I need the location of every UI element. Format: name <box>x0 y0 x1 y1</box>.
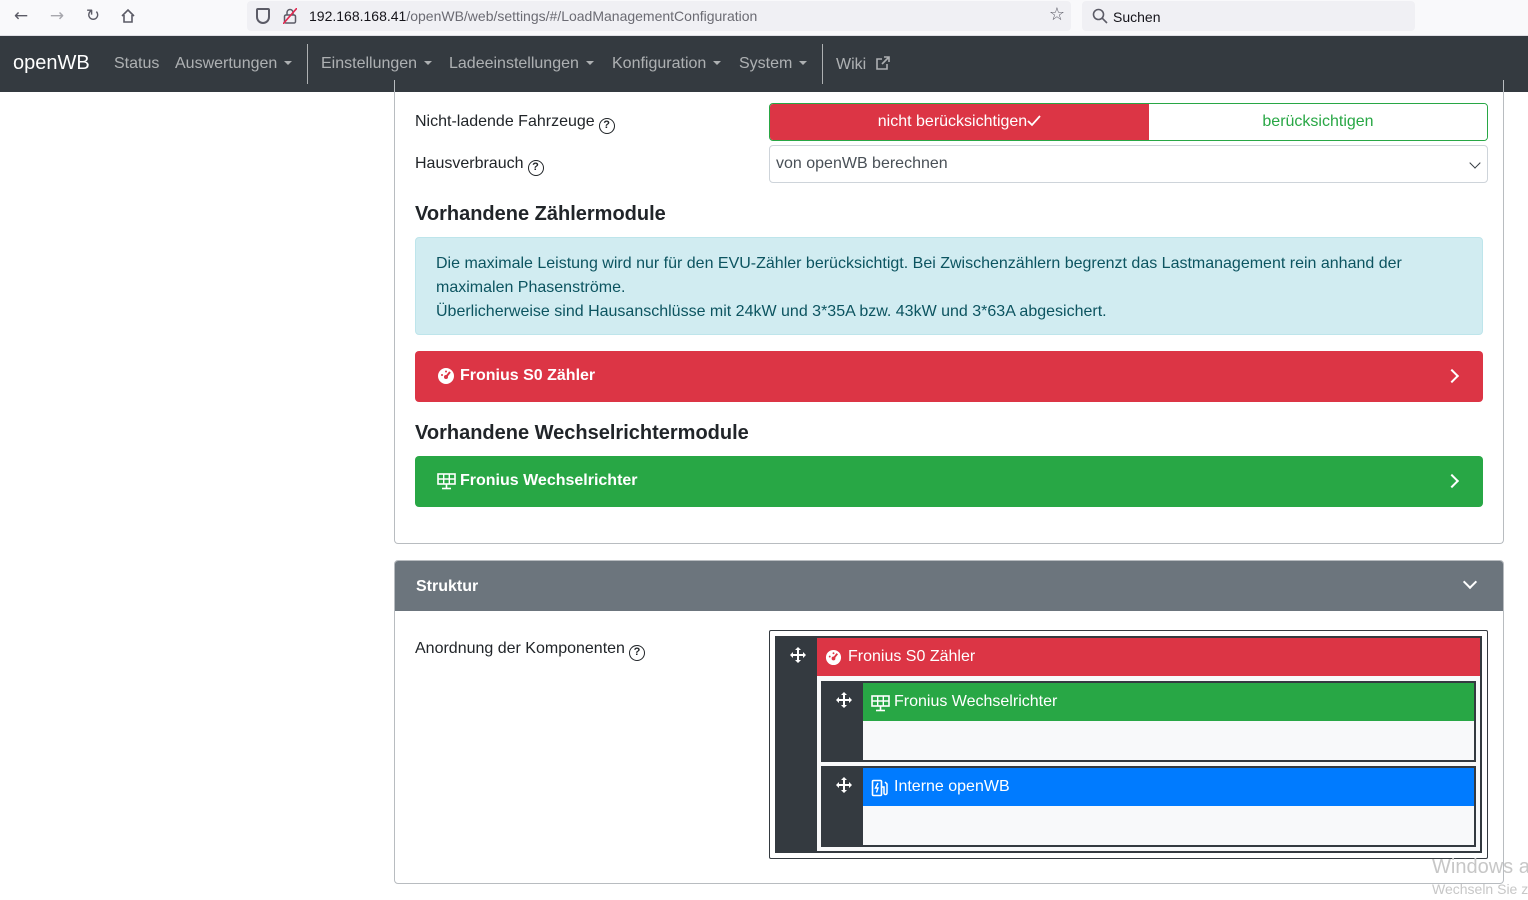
brand-logo[interactable]: openWB <box>13 52 90 75</box>
nav-einstellungen[interactable]: Einstellungen <box>321 55 433 73</box>
nav-konfiguration-label: Konfiguration <box>612 55 707 72</box>
search-bar[interactable]: Suchen <box>1082 1 1415 31</box>
option-not-considered[interactable]: nicht berücksichtigen <box>770 104 1149 140</box>
browser-toolbar: ← → ↻ 192.168.168.41/openWB/web/settings… <box>0 0 1528 36</box>
back-icon[interactable]: ← <box>8 5 34 27</box>
solar-panel-icon <box>871 694 890 712</box>
nav-ladeeinstellungen-label: Ladeeinstellungen <box>449 55 579 72</box>
chevron-right-icon <box>1444 368 1460 384</box>
component-tree: Fronius S0 Zähler Fronius Wechselrichter <box>769 630 1488 859</box>
tree-node-label: Fronius Wechselrichter <box>894 693 1058 710</box>
house-consumption-select[interactable]: von openWB berechnen <box>769 145 1488 183</box>
url-text[interactable]: 192.168.168.41/openWB/web/settings/#/Loa… <box>309 8 757 24</box>
search-icon <box>1092 8 1108 24</box>
info-alert: Die maximale Leistung wird nur für den E… <box>415 237 1483 335</box>
gauge-icon <box>825 649 842 666</box>
tree-node-label: Fronius S0 Zähler <box>848 648 976 665</box>
gauge-icon <box>437 367 455 385</box>
component-arrangement-row: Anordnung der Komponenten? <box>415 640 645 661</box>
house-consumption-label: Hausverbrauch <box>415 155 524 172</box>
nav-divider <box>307 44 308 84</box>
info-text-line: Die maximale Leistung wird nur für den E… <box>436 255 1402 272</box>
tree-node-internal-openwb-header[interactable]: Interne openWB <box>863 768 1474 806</box>
home-icon[interactable] <box>115 5 141 27</box>
house-consumption-value: von openWB berechnen <box>776 155 948 172</box>
solar-panel-icon <box>437 472 456 490</box>
structure-card-header[interactable]: Struktur <box>395 561 1503 611</box>
non-charging-vehicles-row: Nicht-ladende Fahrzeuge? <box>415 113 615 134</box>
windows-activation-watermark: Windows a <box>1432 856 1528 878</box>
dropdown-caret-icon <box>585 61 594 65</box>
option-not-considered-label: nicht berücksichtigen <box>877 113 1028 130</box>
meter-module-label: Fronius S0 Zähler <box>460 367 596 384</box>
nav-status-label: Status <box>114 55 160 72</box>
move-arrows-icon <box>836 692 852 708</box>
non-charging-label: Nicht-ladende Fahrzeuge <box>415 113 595 130</box>
non-charging-toggle: nicht berücksichtigen berücksichtigen <box>769 103 1488 141</box>
dropdown-caret-icon <box>424 61 433 65</box>
forward-icon[interactable]: → <box>44 5 70 27</box>
drag-handle[interactable] <box>823 683 863 760</box>
windows-activation-watermark-sub: Wechseln Sie z <box>1432 881 1528 897</box>
meter-module-fronius-s0[interactable]: Fronius S0 Zähler <box>415 351 1483 402</box>
nav-wiki[interactable]: Wiki <box>836 55 891 74</box>
tree-node-meter-header[interactable]: Fronius S0 Zähler <box>817 638 1480 676</box>
structure-title: Struktur <box>416 578 479 595</box>
tree-node-label: Interne openWB <box>894 778 1010 795</box>
help-icon[interactable]: ? <box>527 160 544 176</box>
bookmark-star-icon[interactable]: ☆ <box>1049 4 1065 25</box>
check-icon <box>1027 115 1041 127</box>
inverter-modules-heading: Vorhandene Wechselrichtermodule <box>415 422 749 444</box>
nav-auswertungen[interactable]: Auswertungen <box>175 55 293 73</box>
house-consumption-row: Hausverbrauch? <box>415 155 544 176</box>
move-arrows-icon <box>836 777 852 793</box>
help-icon[interactable]: ? <box>598 118 615 134</box>
help-icon[interactable]: ? <box>628 645 645 661</box>
dropdown-caret-icon <box>799 61 808 65</box>
inverter-module-fronius[interactable]: Fronius Wechselrichter <box>415 456 1483 507</box>
option-considered-label: berücksichtigen <box>1262 113 1374 130</box>
arrangement-label: Anordnung der Komponenten <box>415 640 625 657</box>
nav-status[interactable]: Status <box>114 55 159 73</box>
tree-node-meter: Fronius S0 Zähler Fronius Wechselrichter <box>775 636 1482 853</box>
tree-node-internal-openwb: Interne openWB <box>821 766 1476 847</box>
search-placeholder: Suchen <box>1113 9 1161 25</box>
nav-ladeeinstellungen[interactable]: Ladeeinstellungen <box>449 55 594 73</box>
url-path: /openWB/web/settings/#/LoadManagementCon… <box>406 8 758 24</box>
meter-modules-heading: Vorhandene Zählermodule <box>415 203 666 225</box>
nav-system[interactable]: System <box>739 55 808 73</box>
tree-node-inverter-header[interactable]: Fronius Wechselrichter <box>863 683 1474 721</box>
nav-konfiguration[interactable]: Konfiguration <box>612 55 722 73</box>
insecure-lock-icon[interactable] <box>282 7 298 25</box>
chevron-down-icon <box>1462 574 1478 590</box>
url-host: 192.168.168.41 <box>309 8 407 24</box>
info-text-line: Überlicherweise sind Hausanschlüsse mit … <box>436 303 1107 320</box>
nav-einstellungen-label: Einstellungen <box>321 55 418 72</box>
chevron-right-icon <box>1444 473 1460 489</box>
tree-node-inverter: Fronius Wechselrichter <box>821 681 1476 762</box>
charging-station-icon <box>871 779 888 797</box>
external-link-icon <box>875 56 890 70</box>
nav-auswertungen-label: Auswertungen <box>175 55 278 72</box>
nav-system-label: System <box>739 55 793 72</box>
nav-divider <box>822 44 823 84</box>
drag-handle[interactable] <box>777 638 817 851</box>
drag-handle[interactable] <box>823 768 863 845</box>
tracking-shield-icon[interactable] <box>256 8 270 24</box>
dropdown-caret-icon <box>713 61 722 65</box>
reload-icon[interactable]: ↻ <box>80 5 106 27</box>
inverter-module-label: Fronius Wechselrichter <box>460 472 638 489</box>
url-bar[interactable]: 192.168.168.41/openWB/web/settings/#/Loa… <box>247 1 1071 31</box>
option-considered[interactable]: berücksichtigen <box>1149 104 1487 140</box>
info-text-line: maximalen Phasenströme. <box>436 279 626 296</box>
nav-wiki-label: Wiki <box>836 56 867 73</box>
chevron-down-icon <box>1469 157 1481 169</box>
move-arrows-icon <box>790 647 806 663</box>
dropdown-caret-icon <box>284 61 293 65</box>
